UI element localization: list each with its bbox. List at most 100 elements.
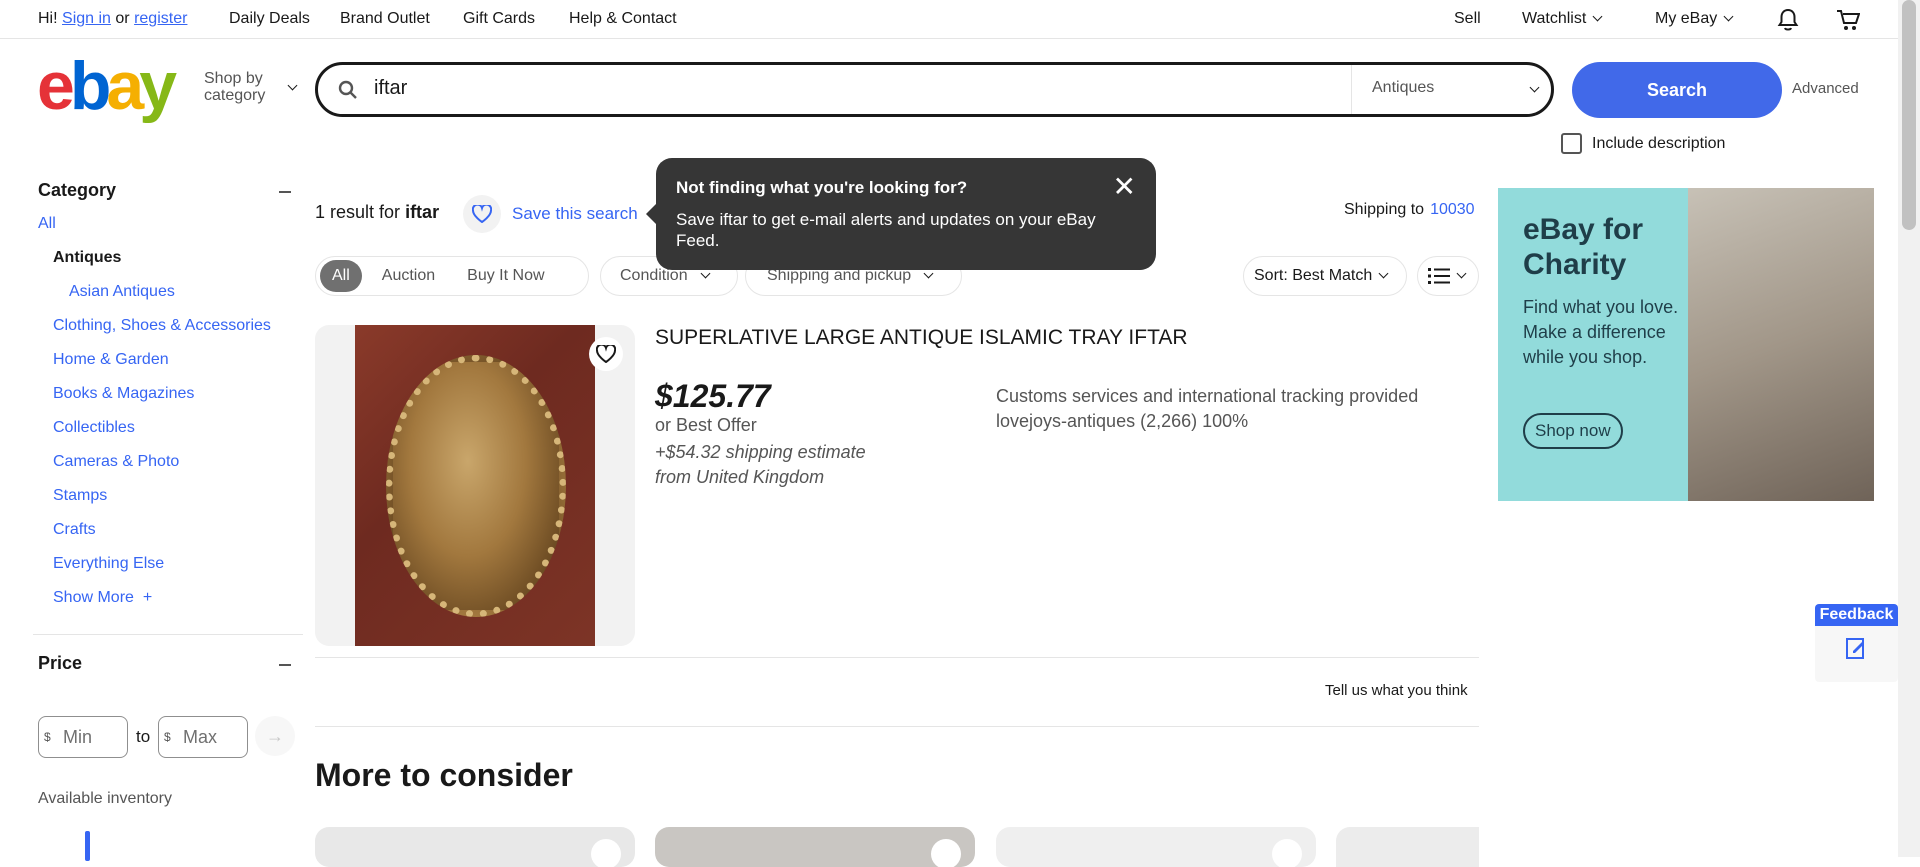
chevron-down-icon: [1378, 268, 1389, 278]
watchlist-label: Watchlist: [1522, 10, 1587, 27]
heart-icon: [596, 345, 616, 363]
filter-all[interactable]: All: [320, 260, 362, 292]
item-meta: Customs services and international track…: [996, 384, 1418, 434]
heart-icon[interactable]: [1272, 839, 1302, 867]
view-toggle[interactable]: [1417, 256, 1479, 296]
category-crafts[interactable]: Crafts: [38, 521, 303, 555]
top-navigation-bar: Hi! Sign in or register Daily Deals Bran…: [0, 0, 1898, 39]
shop-now-button[interactable]: Shop now: [1523, 413, 1623, 449]
search-button[interactable]: Search: [1572, 62, 1782, 118]
suggestion-card[interactable]: [655, 827, 975, 867]
watch-item-button[interactable]: [589, 337, 623, 371]
greeting: Hi! Sign in or register: [38, 10, 187, 28]
watchlist-dropdown[interactable]: Watchlist: [1522, 10, 1603, 28]
feedback-tab[interactable]: Feedback: [1815, 604, 1898, 682]
heart-icon[interactable]: [591, 839, 621, 867]
save-search-link[interactable]: Save this search: [512, 204, 638, 224]
filter-auction[interactable]: Auction: [370, 260, 447, 292]
suggestion-card[interactable]: [996, 827, 1316, 867]
divider: [315, 726, 1479, 727]
chevron-down-icon: [1456, 268, 1467, 278]
category-everything-else[interactable]: Everything Else: [38, 555, 303, 589]
sort-dropdown[interactable]: Sort: Best Match: [1243, 256, 1407, 296]
zip-code-link[interactable]: 10030: [1430, 201, 1475, 218]
shipping-to: Shipping to 10030: [1344, 201, 1475, 218]
category-antiques: Antiques: [53, 249, 122, 266]
close-icon[interactable]: ✕: [1113, 173, 1136, 201]
search-category-value: Antiques: [1372, 79, 1435, 96]
category-all[interactable]: All: [38, 215, 303, 249]
feedback-label: Feedback: [1815, 604, 1898, 626]
chevron-down-icon: [1723, 11, 1734, 22]
greeting-or: or: [115, 10, 130, 27]
collapse-icon[interactable]: [279, 191, 291, 193]
category-label: category: [204, 87, 266, 104]
buying-format-filter: All Auction Buy It Now: [315, 256, 589, 296]
tooltip-body: Save iftar to get e-mail alerts and upda…: [676, 210, 1096, 250]
advanced-search-link[interactable]: Advanced: [1792, 80, 1859, 97]
search-category-select[interactable]: Antiques: [1351, 65, 1554, 114]
ad-photo: [1688, 188, 1874, 501]
item-title-link[interactable]: SUPERLATIVE LARGE ANTIQUE ISLAMIC TRAY I…: [655, 326, 1188, 350]
ad-body: Find what you love. Make a difference wh…: [1523, 297, 1679, 367]
suggestion-card[interactable]: [315, 827, 635, 867]
notification-bell-icon[interactable]: [1777, 8, 1799, 32]
suggestion-card[interactable]: [1336, 827, 1479, 867]
best-offer-label: or Best Offer: [655, 415, 757, 435]
category-heading[interactable]: Category: [38, 180, 303, 201]
item-photo[interactable]: [355, 325, 595, 646]
shop-by-label: Shop by: [204, 70, 263, 87]
category-stamps[interactable]: Stamps: [38, 487, 303, 521]
filter-buy-it-now[interactable]: Buy It Now: [455, 260, 556, 292]
edit-note-icon: [1846, 638, 1864, 659]
sell-link[interactable]: Sell: [1454, 10, 1481, 28]
max-price-input[interactable]: $ Max: [158, 716, 248, 758]
ebay-logo[interactable]: ebay: [37, 52, 177, 120]
cart-icon[interactable]: [1836, 8, 1860, 32]
show-more-button[interactable]: Show More +: [38, 589, 303, 623]
shop-by-category-button[interactable]: Shop by category: [204, 70, 298, 104]
tray-image: [386, 355, 566, 617]
category-asian-antiques[interactable]: Asian Antiques: [38, 283, 303, 317]
save-search-tooltip: Not finding what you're looking for? Sav…: [646, 158, 1156, 270]
divider: [33, 634, 303, 635]
category-clothing[interactable]: Clothing, Shoes & Accessories: [38, 317, 303, 351]
include-description-checkbox[interactable]: Include description: [1561, 133, 1725, 154]
item-image[interactable]: [315, 325, 635, 646]
ebay-charity-ad[interactable]: eBay for Charity Find what you love. Make…: [1498, 188, 1874, 501]
nav-brand-outlet[interactable]: Brand Outlet: [340, 10, 430, 28]
category-cameras-photo[interactable]: Cameras & Photo: [38, 453, 303, 487]
save-search-heart-button[interactable]: [463, 195, 501, 233]
tell-us-link[interactable]: Tell us what you think: [1325, 682, 1468, 699]
more-to-consider-heading: More to consider: [315, 757, 573, 793]
result-count: 1 result for iftar: [315, 202, 440, 222]
price-submit-button[interactable]: →: [255, 716, 295, 756]
ad-title: eBay for Charity: [1523, 213, 1644, 281]
item-price: $125.77: [655, 378, 771, 414]
price-to-label: to: [136, 727, 151, 746]
checkbox-icon[interactable]: [1561, 133, 1582, 154]
scrollbar[interactable]: [1898, 0, 1920, 857]
heart-icon[interactable]: [931, 839, 961, 867]
seller-info: lovejoys-antiques (2,266) 100%: [996, 411, 1249, 431]
chevron-down-icon: [1592, 11, 1603, 22]
category-home-garden[interactable]: Home & Garden: [38, 351, 303, 385]
nav-daily-deals[interactable]: Daily Deals: [229, 10, 310, 28]
min-price-input[interactable]: $ Min: [38, 716, 128, 758]
nav-gift-cards[interactable]: Gift Cards: [463, 10, 535, 28]
chevron-down-icon: [1529, 82, 1540, 93]
min-placeholder: Min: [63, 727, 93, 747]
search-input[interactable]: iftar: [374, 77, 407, 100]
greeting-prefix: Hi!: [38, 10, 58, 27]
scrollbar-thumb[interactable]: [1902, 0, 1916, 230]
category-books-magazines[interactable]: Books & Magazines: [38, 385, 303, 419]
category-collectibles[interactable]: Collectibles: [38, 419, 303, 453]
currency-symbol: $: [44, 730, 51, 744]
price-heading[interactable]: Price: [38, 653, 291, 674]
register-link[interactable]: register: [134, 10, 187, 28]
nav-help-contact[interactable]: Help & Contact: [569, 10, 677, 28]
my-ebay-dropdown[interactable]: My eBay: [1655, 10, 1734, 28]
show-more-label: Show More: [53, 589, 134, 606]
collapse-icon[interactable]: [279, 664, 291, 666]
sign-in-link[interactable]: Sign in: [62, 10, 111, 28]
